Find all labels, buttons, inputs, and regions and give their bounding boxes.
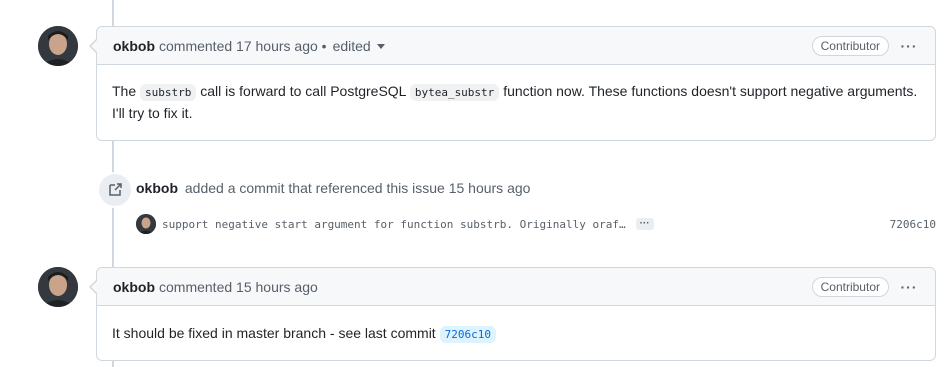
- expand-commit-button[interactable]: ···: [635, 218, 654, 230]
- comment-author[interactable]: okbob: [113, 279, 155, 295]
- contributor-badge: Contributor: [811, 276, 889, 297]
- comment-action: commented: [159, 278, 233, 295]
- comment-box: okbob commented 15 hours ago Contributor…: [89, 267, 936, 361]
- comment-action: commented: [159, 37, 233, 54]
- comment-body: The substrb call is forward to call Post…: [97, 65, 935, 140]
- inline-code: substrb: [140, 84, 197, 101]
- comment-timestamp[interactable]: 15 hours ago: [236, 279, 318, 295]
- comment-body: It should be fixed in master branch - se…: [97, 306, 935, 361]
- avatar[interactable]: [38, 26, 78, 66]
- cross-reference-glyph: [109, 183, 122, 196]
- edited-dropdown[interactable]: edited: [333, 38, 385, 54]
- user-avatar-image: [38, 267, 78, 307]
- comment-timestamp[interactable]: 17 hours ago: [236, 38, 318, 54]
- event-description: okbob added a commit that referenced thi…: [136, 180, 530, 196]
- edited-label: edited: [332, 37, 371, 54]
- more-options-icon[interactable]: ···: [899, 279, 919, 295]
- user-avatar-image: [38, 26, 78, 66]
- comment-header: okbob commented 15 hours ago Contributor…: [97, 268, 935, 306]
- commit-avatar[interactable]: [136, 214, 156, 234]
- cross-reference-icon: [97, 172, 133, 208]
- commit-row: support negative start argument for func…: [136, 213, 936, 235]
- comment-header: okbob commented 17 hours ago • edited Co…: [97, 27, 935, 65]
- commit-sha[interactable]: 7206c10: [890, 218, 936, 231]
- commit-sha-link[interactable]: 7206c10: [439, 326, 496, 343]
- inline-code: bytea_substr: [409, 84, 500, 101]
- chevron-down-icon: [376, 44, 385, 49]
- comment-text: call is forward to call PostgreSQL: [196, 83, 410, 99]
- event-text: added a commit that referenced this issu…: [184, 180, 531, 196]
- event-author[interactable]: okbob: [136, 180, 178, 196]
- contributor-badge: Contributor: [811, 35, 889, 56]
- avatar[interactable]: [38, 267, 78, 307]
- more-options-icon[interactable]: ···: [899, 38, 919, 54]
- separator: •: [321, 37, 327, 54]
- comment-text: It should be fixed in master branch - se…: [112, 325, 440, 341]
- comment-box: okbob commented 17 hours ago • edited Co…: [89, 26, 936, 141]
- comment-author[interactable]: okbob: [113, 38, 155, 54]
- user-avatar-image: [136, 214, 156, 234]
- comment-text: The: [112, 83, 141, 99]
- commit-message[interactable]: support negative start argument for func…: [162, 218, 626, 231]
